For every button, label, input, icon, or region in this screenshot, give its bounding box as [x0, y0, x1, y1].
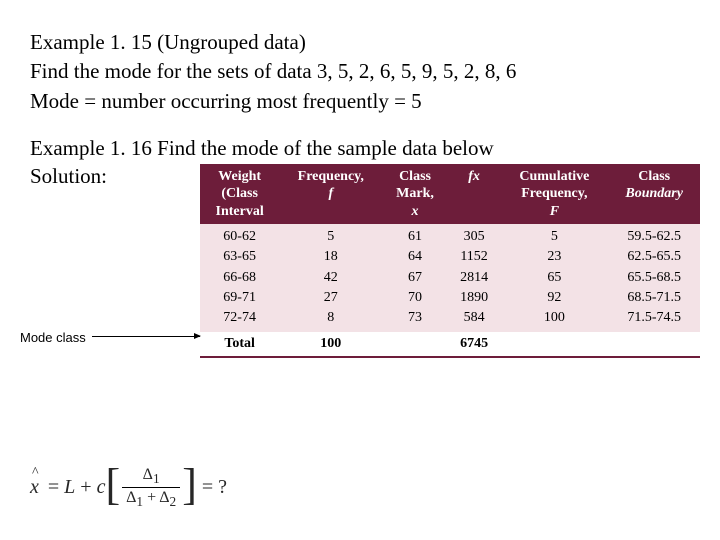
frequency-table: Weight (Class Interval Frequency, f Clas…: [200, 164, 700, 358]
col-weight-header: Weight (Class Interval: [200, 164, 279, 225]
example-1-15-title: Example 1. 15 (Ungrouped data): [30, 28, 690, 57]
arrow-icon: [92, 336, 200, 337]
col-frequency-header: Frequency, f: [279, 164, 382, 225]
mode-formula: x = L + c [ Δ1 Δ1 + Δ2 ] = ?: [30, 465, 232, 510]
mode-class-label: Mode class: [20, 330, 86, 345]
table-total-row: Total 100 6745: [200, 332, 700, 357]
example-1-15-result: Mode = number occurring most frequently …: [30, 87, 690, 116]
col-fx-header: fx: [448, 164, 501, 225]
table-row: 60-62 63-65 66-68 69-71 72-74 5 18 42 27…: [200, 224, 700, 331]
solution-label: Solution:: [30, 164, 200, 189]
col-classmark-header: Class Mark, x: [382, 164, 447, 225]
col-cumfreq-header: Cumulative Frequency, F: [500, 164, 608, 225]
example-1-15-prompt: Find the mode for the sets of data 3, 5,…: [30, 57, 690, 86]
col-boundary-header: Class Boundary: [608, 164, 700, 225]
example-1-16-title: Example 1. 16 Find the mode of the sampl…: [30, 134, 690, 163]
